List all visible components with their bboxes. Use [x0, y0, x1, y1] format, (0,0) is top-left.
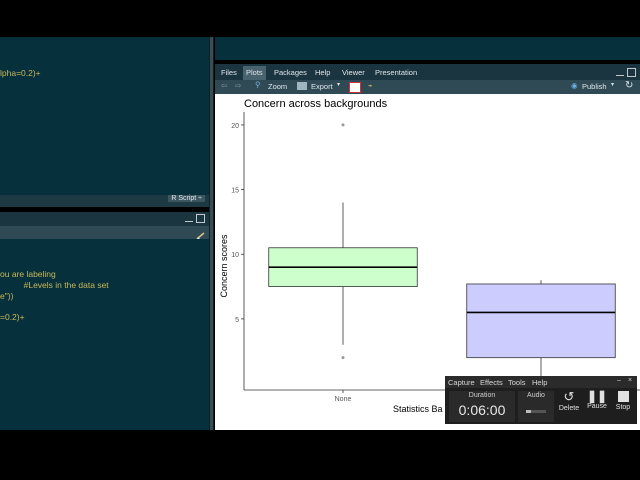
plots-toolbar: ⇦ ⇨ ⚲ Zoom Export ▾ ⌁ ◉ Publish ▾ ↻	[215, 80, 640, 94]
dropdown-caret-icon[interactable]: ▾	[337, 81, 340, 88]
chart-title: Concern across backgrounds	[244, 98, 388, 110]
console-line: =0.2)+	[0, 312, 25, 322]
forward-arrow-icon[interactable]: ⇨	[235, 81, 241, 90]
boxplot-series	[268, 123, 616, 384]
remove-plot-icon[interactable]	[349, 82, 361, 93]
x-axis-label: Statistics Ba	[393, 404, 443, 414]
pane-splitter[interactable]	[209, 37, 214, 430]
console[interactable]: ou are labeling #Levels in the data set …	[0, 239, 209, 430]
duration-label: Duration	[468, 392, 496, 399]
scrollbar[interactable]	[210, 37, 213, 430]
files-plots-tabbar: Files Plots Packages Help Viewer Present…	[215, 64, 640, 80]
tab-presentation[interactable]: Presentation	[372, 66, 420, 80]
dropdown-caret-icon[interactable]: ▾	[611, 81, 614, 88]
outlier-point	[341, 356, 345, 360]
duration-panel: Duration 0:06:00	[449, 391, 515, 422]
tab-files[interactable]: Files	[218, 66, 240, 80]
tab-plots[interactable]: Plots	[243, 66, 266, 80]
console-line: ou are labeling	[0, 269, 56, 279]
broom-clear-icon[interactable]: ⌁	[368, 81, 373, 90]
zoom-button[interactable]: Zoom	[268, 82, 287, 91]
maximize-icon[interactable]	[196, 214, 205, 223]
zoom-icon: ⚲	[255, 80, 261, 89]
export-icon	[297, 82, 307, 90]
export-button[interactable]: Export	[311, 82, 333, 91]
undo-icon: ↺	[563, 389, 575, 404]
broom-clear-icon[interactable]	[195, 228, 205, 241]
editor-status-bar: R Script ÷	[0, 195, 209, 207]
minimize-icon[interactable]	[185, 216, 193, 222]
audio-level-slider[interactable]	[526, 410, 546, 413]
maximize-icon[interactable]	[627, 68, 636, 77]
script-type-selector[interactable]: R Script ÷	[168, 195, 205, 202]
box	[466, 283, 616, 359]
publish-icon: ◉	[571, 81, 578, 90]
menu-tools[interactable]: Tools	[508, 378, 526, 387]
menu-help[interactable]: Help	[532, 378, 547, 387]
y-tick-label: 20	[231, 123, 239, 130]
menu-effects[interactable]: Effects	[480, 378, 503, 387]
stop-button[interactable]: Stop	[610, 389, 636, 411]
tab-viewer[interactable]: Viewer	[339, 66, 368, 80]
minimize-icon[interactable]: –	[617, 377, 621, 384]
console-toolbar	[0, 226, 209, 241]
minimize-icon[interactable]	[616, 71, 624, 76]
stop-icon	[617, 391, 629, 402]
menu-capture[interactable]: Capture	[448, 378, 475, 387]
x-tick-label: None	[335, 396, 352, 403]
tab-packages[interactable]: Packages	[271, 66, 310, 80]
console-line: e"))	[0, 291, 14, 301]
y-axis-label: Concern scores	[219, 234, 229, 298]
audio-label: Audio	[527, 392, 545, 399]
publish-button[interactable]: Publish	[582, 82, 607, 91]
outlier-point	[341, 123, 345, 127]
tab-help[interactable]: Help	[312, 66, 333, 80]
close-icon[interactable]: ×	[628, 377, 632, 384]
console-header	[0, 212, 209, 226]
delete-button[interactable]: ↺ Delete	[556, 389, 582, 412]
capture-menubar: Capture Effects Tools Help – ×	[445, 376, 637, 388]
y-tick-label: 15	[231, 188, 239, 195]
code-line: lpha=0.2)+	[0, 68, 41, 78]
source-editor[interactable]: lpha=0.2)+	[0, 37, 209, 195]
environment-pane	[215, 37, 640, 60]
y-tick-label: 5	[235, 317, 239, 324]
pause-icon: ❚❚	[586, 389, 608, 403]
console-line: #Levels in the data set	[0, 280, 109, 290]
refresh-icon[interactable]: ↻	[625, 80, 633, 91]
audio-panel: Audio	[518, 391, 554, 422]
screen-capture-widget: Capture Effects Tools Help – × Duration …	[445, 376, 637, 424]
duration-value: 0:06:00	[458, 402, 506, 418]
y-tick-label: 10	[231, 252, 239, 259]
back-arrow-icon[interactable]: ⇦	[221, 81, 227, 90]
pause-button[interactable]: ❚❚ Pause	[584, 389, 610, 410]
